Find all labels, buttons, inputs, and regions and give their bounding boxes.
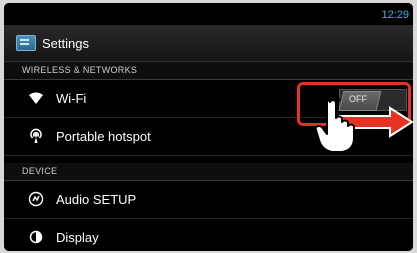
settings-item-audio-setup[interactable]: Audio SETUP	[4, 181, 413, 219]
display-icon	[29, 230, 43, 244]
settings-item-label: Audio SETUP	[56, 192, 137, 207]
audio-setup-icon	[28, 191, 44, 207]
section-header-device: DEVICE	[4, 163, 413, 181]
settings-item-display[interactable]: Display	[4, 219, 413, 251]
settings-item-label: Display	[56, 230, 99, 245]
settings-item-label: Wi-Fi	[56, 91, 87, 106]
section-header-label: WIRELESS & NETWORKS	[22, 65, 138, 75]
wifi-icon	[29, 92, 43, 104]
settings-item-label: Portable hotspot	[56, 129, 151, 144]
status-bar: 12:29	[4, 3, 413, 25]
action-bar-title: Settings	[42, 36, 89, 51]
action-bar: Settings	[4, 25, 413, 62]
status-time: 12:29	[381, 9, 409, 21]
section-header-label: DEVICE	[22, 166, 58, 176]
section-header-wireless-networks: WIRELESS & NETWORKS	[4, 62, 413, 80]
hotspot-icon	[30, 128, 42, 143]
hand-swipe-gesture-icon	[314, 96, 414, 153]
settings-app-icon	[16, 35, 36, 51]
